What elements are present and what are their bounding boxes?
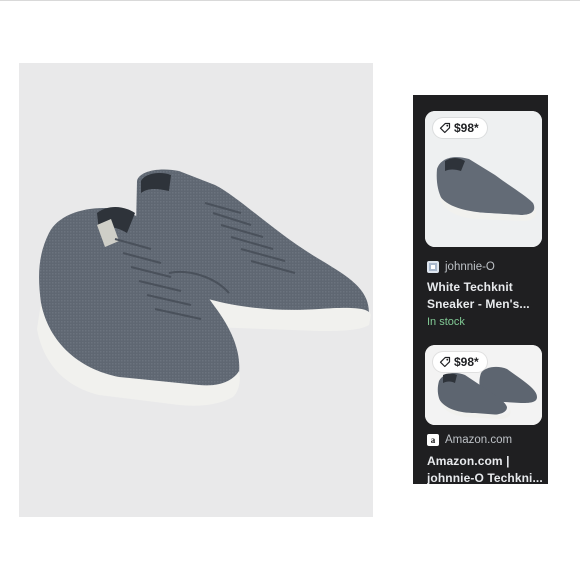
result-title-1[interactable]: White Techknit Sneaker - Men's... <box>427 279 545 313</box>
title-line-1: White Techknit <box>427 280 513 294</box>
shopping-results-panel: $98* johnnie-O White Techknit Sneaker - … <box>413 95 548 484</box>
title-line-1: Amazon.com | <box>427 454 510 468</box>
amazon-favicon-icon: a <box>427 434 439 446</box>
price-label: $98* <box>454 121 479 135</box>
main-product-image[interactable] <box>19 63 373 517</box>
johnnie-o-favicon-icon <box>427 261 439 273</box>
source-name: johnnie-O <box>445 261 495 273</box>
result-source-1[interactable]: johnnie-O <box>427 261 495 273</box>
price-tag: $98* <box>433 352 487 372</box>
price-tag-icon <box>439 356 451 368</box>
availability-label: In stock <box>427 316 465 328</box>
title-line-2: johnnie-O Techkni... <box>427 471 543 484</box>
result-thumbnail-2[interactable]: $98* <box>425 345 542 425</box>
price-label: $98* <box>454 355 479 369</box>
source-name: Amazon.com <box>445 434 513 446</box>
price-tag: $98* <box>433 118 487 138</box>
top-divider <box>0 0 580 1</box>
title-line-2: Sneaker - Men's... <box>427 297 530 311</box>
result-title-2[interactable]: Amazon.com | johnnie-O Techkni... <box>427 453 545 484</box>
sneaker-pair-illustration <box>37 169 371 406</box>
result-source-2[interactable]: a Amazon.com <box>427 434 512 446</box>
result-thumbnail-1[interactable]: $98* <box>425 111 542 247</box>
price-tag-icon <box>439 122 451 134</box>
